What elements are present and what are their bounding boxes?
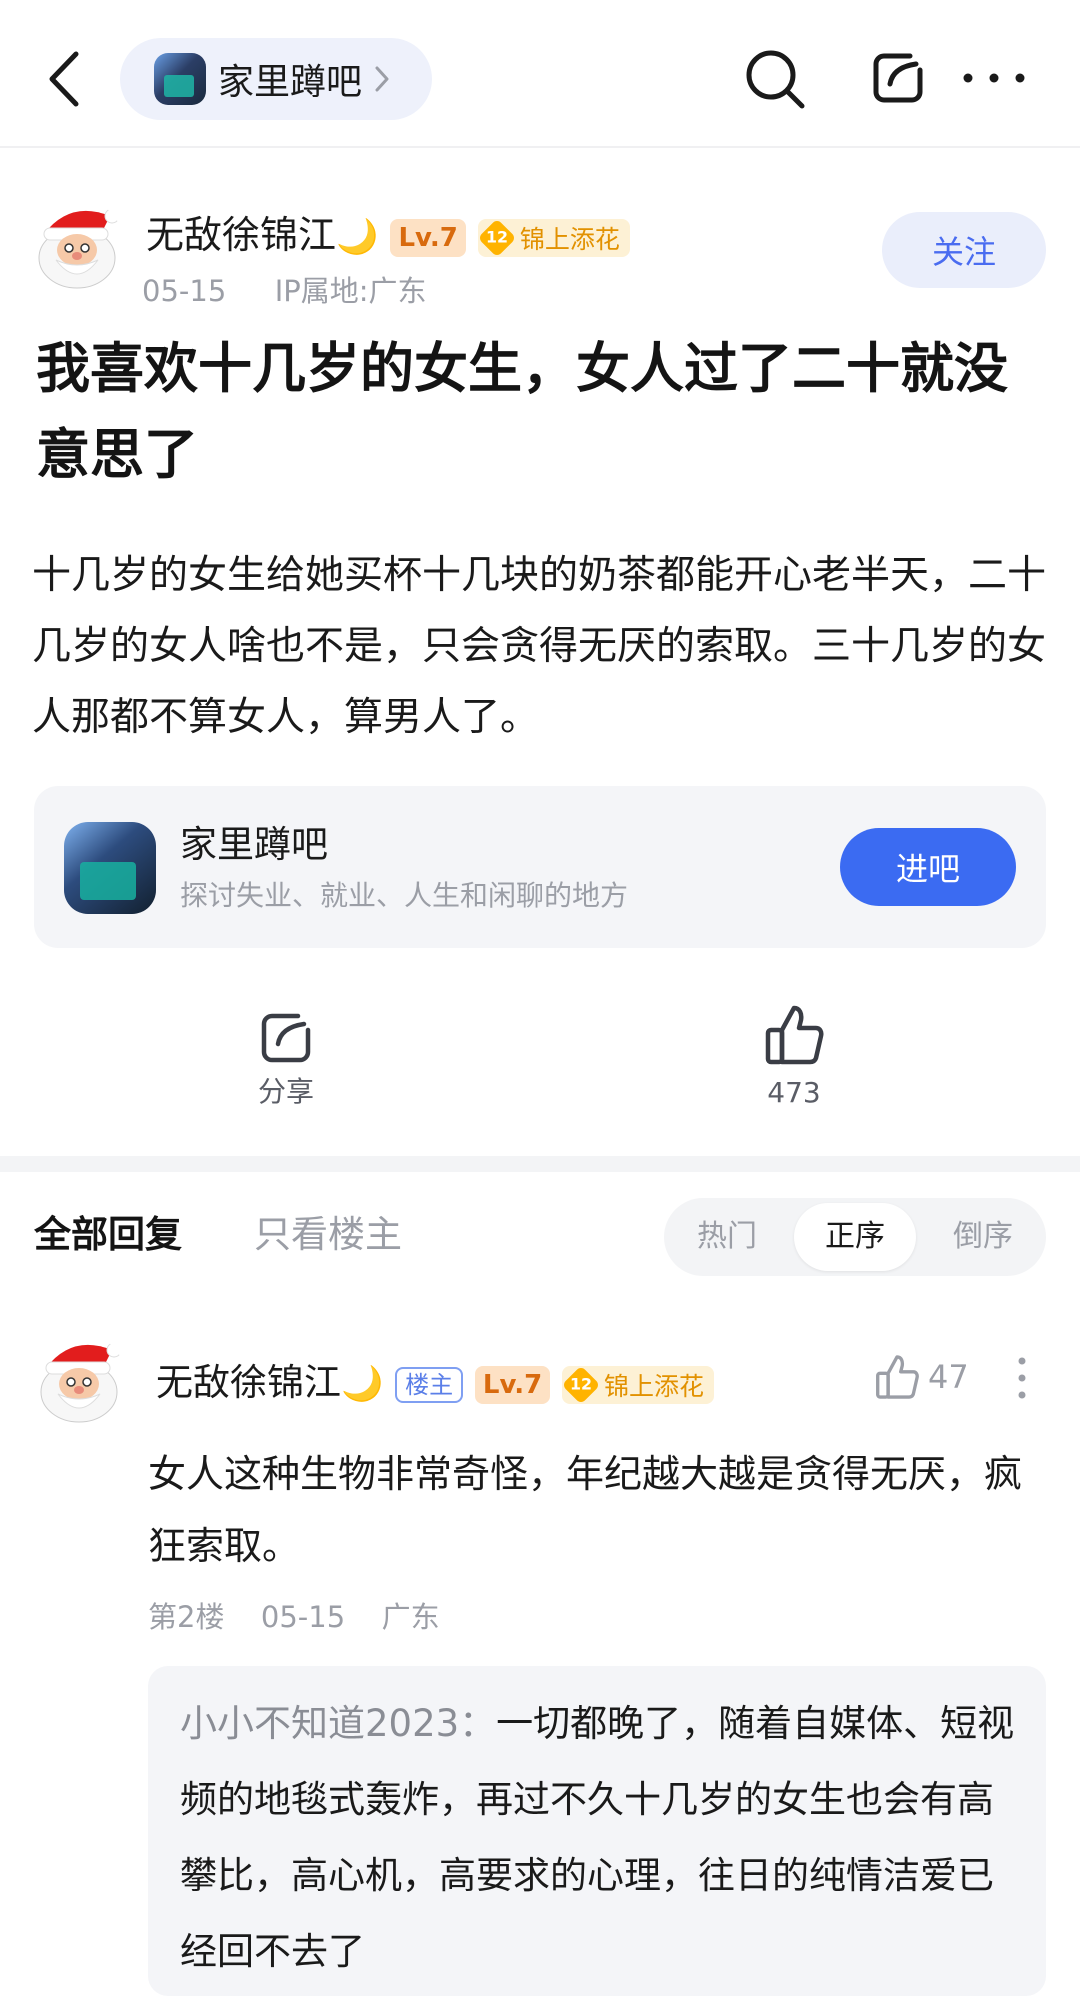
post-body: 十几岁的女生给她买杯十几块的奶茶都能开心老半天，二十几岁的女人啥也不是，只会贪得… <box>32 553 1047 740</box>
santa-avatar-icon <box>38 208 120 289</box>
author-avatar[interactable] <box>30 198 124 292</box>
back-arrow-icon[interactable] <box>44 50 84 108</box>
forum-pill-name: 家里蹲吧 <box>218 62 363 103</box>
honor-level: 12 <box>485 228 508 247</box>
post-title: 我喜欢十几岁的女生，女人过了二十就没意思了 <box>36 337 1008 486</box>
honor-badge: 12 锦上添花 <box>477 218 630 257</box>
moon-emoji: 🌙 <box>336 217 379 257</box>
reply-floor: 第2楼 <box>148 1600 225 1634</box>
sub-reply-box[interactable]: 小小不知道2023：一切都晚了，随着自媒体、短视频的地毯式轰炸，再过不久十几岁的… <box>148 1666 1046 1996</box>
share-icon[interactable] <box>870 50 926 106</box>
share-label: 分享 <box>257 1075 314 1108</box>
post-meta: 05-15 IP属地:广东 <box>142 268 427 310</box>
share-action[interactable]: 分享 <box>226 1010 346 1110</box>
forum-card-description: 探讨失业、就业、人生和闲聊的地方 <box>180 879 629 912</box>
share-icon <box>261 1013 311 1063</box>
reply-more-icon[interactable] <box>1016 1356 1028 1400</box>
post-ip-location: IP属地:广东 <box>274 274 427 308</box>
enter-forum-button[interactable]: 进吧 <box>840 828 1016 906</box>
sort-ascending[interactable]: 正序 <box>794 1203 916 1271</box>
honor-badge: 12 锦上添花 <box>561 1365 715 1404</box>
reply-author-line: 无敌徐锦江🌙 楼主 Lv.7 12 锦上添花 <box>156 1352 715 1406</box>
more-options-icon[interactable] <box>962 66 1026 90</box>
reply-date: 05-15 <box>260 1600 346 1634</box>
sub-reply: 小小不知道2023：一切都晚了，随着自媒体、短视频的地毯式轰炸，再过不久十几岁的… <box>180 1686 1022 1990</box>
reply-author-name[interactable]: 无敌徐锦江 <box>156 1361 341 1404</box>
forum-card-name: 家里蹲吧 <box>180 823 328 866</box>
like-action[interactable]: 473 <box>734 1004 854 1109</box>
moon-emoji: 🌙 <box>341 1364 384 1404</box>
reply-author-avatar[interactable] <box>32 1332 126 1426</box>
reply-thumbs-up-icon[interactable] <box>874 1354 920 1400</box>
forum-card[interactable]: 家里蹲吧 探讨失业、就业、人生和闲聊的地方 进吧 <box>34 786 1046 948</box>
honor-level: 12 <box>569 1375 593 1394</box>
post-date: 05-15 <box>142 274 227 308</box>
like-count: 473 <box>767 1076 821 1109</box>
forum-icon <box>154 53 206 105</box>
author-name[interactable]: 无敌徐锦江 <box>146 213 336 257</box>
honor-title: 锦上添花 <box>519 224 620 254</box>
sort-descending[interactable]: 倒序 <box>920 1198 1046 1276</box>
thumbs-up-icon <box>765 1005 824 1065</box>
reply-meta: 第2楼 05-15 广东 <box>148 1594 440 1636</box>
santa-avatar-icon <box>40 1342 122 1423</box>
honor-diamond-icon: 12 <box>561 1365 601 1404</box>
reply-body: 女人这种生物非常奇怪，年纪越大越是贪得无厌，疯狂索取。 <box>148 1452 1023 1568</box>
sub-reply-author[interactable]: 小小不知道2023： <box>180 1702 496 1745</box>
chevron-right-icon <box>375 66 389 92</box>
level-badge: Lv.7 <box>474 1365 551 1404</box>
honor-title: 锦上添花 <box>604 1371 705 1401</box>
forum-pill[interactable]: 家里蹲吧 <box>120 38 432 120</box>
section-divider <box>0 1156 1080 1172</box>
author-line: 无敌徐锦江🌙 Lv.7 12 锦上添花 <box>146 204 630 259</box>
tab-all-replies[interactable]: 全部回复 <box>34 1204 182 1258</box>
follow-button[interactable]: 关注 <box>882 212 1046 288</box>
top-bar: 家里蹲吧 <box>0 0 1080 148</box>
reply-location: 广东 <box>381 1600 440 1634</box>
honor-diamond-icon: 12 <box>477 218 517 257</box>
search-icon[interactable] <box>744 48 808 112</box>
reply-like-count: 47 <box>928 1358 969 1396</box>
sort-toggle: 热门 正序 倒序 <box>664 1198 1046 1276</box>
sort-hot[interactable]: 热门 <box>664 1198 790 1276</box>
forum-card-icon <box>64 822 156 914</box>
owner-badge: 楼主 <box>395 1366 464 1403</box>
level-badge: Lv.7 <box>390 218 466 257</box>
tab-owner-only[interactable]: 只看楼主 <box>254 1204 402 1258</box>
